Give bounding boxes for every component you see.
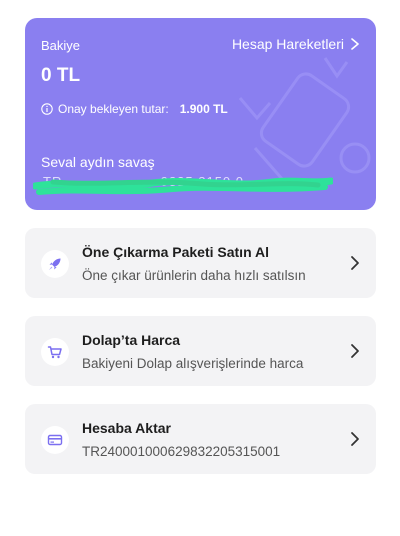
spend-in-dolap-option[interactable]: Dolap’ta Harca Bakiyeni Dolap alışverişl… [25,316,376,386]
iban-redacted: TR ····· ····· ····· 9835 8150 0 [33,170,333,200]
wallet-screen: Bakiye Hesap Hareketleri 0 TL Onay bekle… [0,0,400,536]
option-subtitle: Bakiyeni Dolap alışverişlerinde harca [82,356,304,371]
redaction-scribble [33,177,333,195]
pending-amount-value: 1.900 TL [179,102,228,116]
rocket-icon-badge [41,250,69,278]
pending-amount-row: Onay bekleyen tutar: 1.900 TL [41,102,228,116]
transfer-to-account-option[interactable]: Hesaba Aktar TR240001000629832205315001 [25,404,376,474]
boost-package-option[interactable]: Öne Çıkarma Paketi Satın Al Öne çıkar ür… [25,228,376,298]
rocket-icon [49,258,61,270]
info-icon [41,103,53,115]
chevron-right-icon [351,256,359,270]
chevron-right-icon [351,344,359,358]
option-title: Dolap’ta Harca [82,332,181,348]
account-history-label: Hesap Hareketleri [231,36,344,52]
chevron-right-icon [351,432,359,446]
card-icon [47,434,63,446]
chevron-right-icon [351,38,359,50]
balance-card: Bakiye Hesap Hareketleri 0 TL Onay bekle… [25,18,376,210]
pending-amount-label: Onay bekleyen tutar: [58,102,169,116]
option-subtitle: Öne çıkar ürünlerin daha hızlı satılsın [82,268,306,283]
account-history-link[interactable]: Hesap Hareketleri [232,36,360,52]
account-owner-name: Seval aydın savaş [41,154,155,170]
option-title: Hesaba Aktar [82,420,171,436]
cart-icon-badge [41,338,69,366]
cart-icon [47,346,62,359]
option-title: Öne Çıkarma Paketi Satın Al [82,244,269,260]
iban-value: TR240001000629832205315001 [82,444,281,459]
card-icon-badge [41,426,69,454]
balance-amount: 0 TL [41,65,81,86]
balance-label: Bakiye [41,38,81,53]
